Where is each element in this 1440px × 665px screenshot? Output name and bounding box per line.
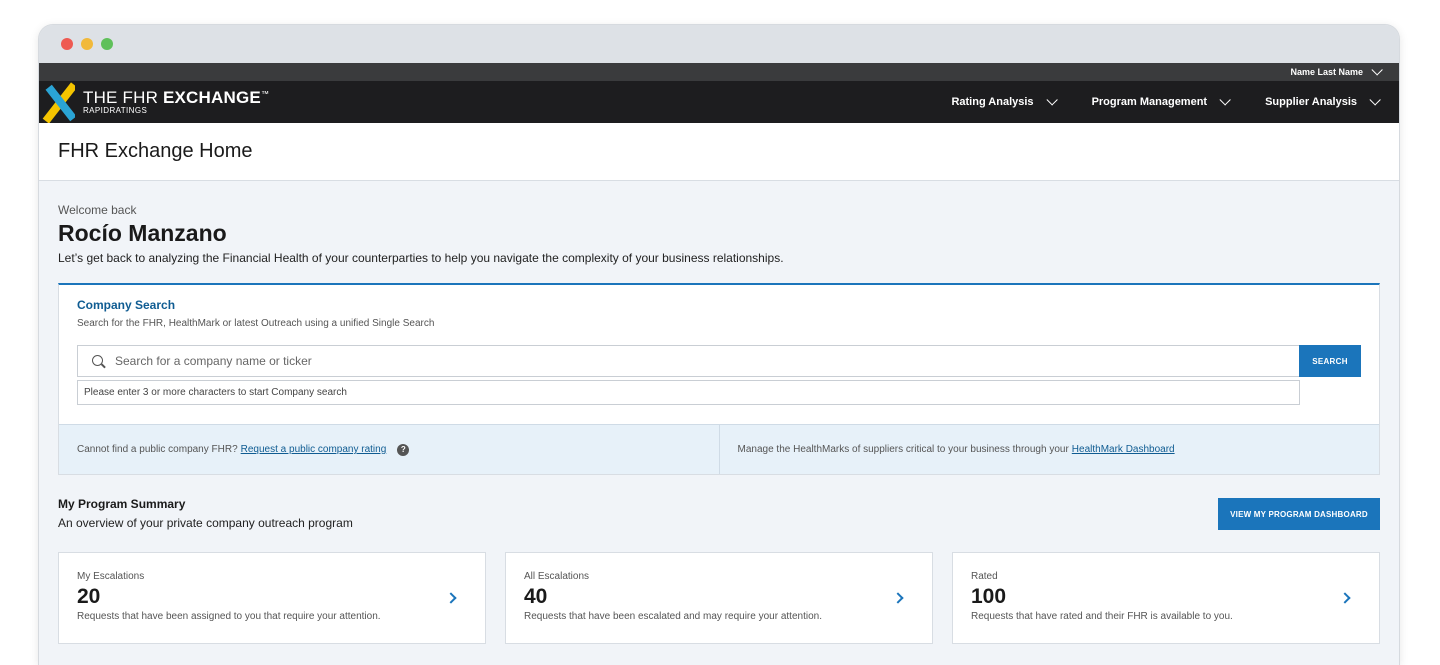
user-bar: Name Last Name <box>39 63 1399 81</box>
close-window-button[interactable] <box>61 38 73 50</box>
view-program-dashboard-button[interactable]: VIEW MY PROGRAM DASHBOARD <box>1218 498 1380 530</box>
public-rating-info: Cannot find a public company FHR? Reques… <box>59 425 719 474</box>
main-navbar: THE FHR EXCHANGE™ RAPIDRATINGS Rating An… <box>39 81 1399 123</box>
welcome-greeting: Welcome back <box>58 203 137 217</box>
chevron-down-icon <box>1219 94 1231 106</box>
card-label: All Escalations <box>524 571 590 582</box>
nav-item-label: Program Management <box>1091 96 1208 108</box>
info-row: Cannot find a public company FHR? Reques… <box>59 424 1379 474</box>
search-field <box>77 345 1299 377</box>
chevron-down-icon <box>1046 94 1058 106</box>
public-rating-text: Cannot find a public company FHR? <box>77 444 238 455</box>
nav-item-program-management[interactable]: Program Management <box>1091 94 1231 108</box>
card-label: Rated <box>971 571 998 582</box>
card-description: Requests that have been escalated and ma… <box>524 611 822 622</box>
company-search-input[interactable] <box>115 354 1202 368</box>
card-description: Requests that have been assigned to you … <box>77 611 381 622</box>
brand-subtitle: RAPIDRATINGS <box>83 106 148 115</box>
brand-logo-link[interactable]: THE FHR EXCHANGE™ RAPIDRATINGS <box>39 81 269 123</box>
page-header: FHR Exchange Home <box>39 123 1399 181</box>
request-public-rating-link[interactable]: Request a public company rating <box>241 444 387 455</box>
brand-text: THE FHR EXCHANGE™ RAPIDRATINGS <box>83 89 269 115</box>
company-search-subtitle: Search for the FHR, HealthMark or latest… <box>77 318 435 329</box>
company-search-card: Company Search Search for the FHR, Healt… <box>58 283 1380 475</box>
card-value: 20 <box>77 585 101 608</box>
window-titlebar <box>39 25 1399 63</box>
card-label: My Escalations <box>77 571 145 582</box>
user-menu[interactable]: Name Last Name <box>1290 64 1383 77</box>
brand-trademark: ™ <box>260 89 270 99</box>
fhr-logo-icon <box>39 81 75 123</box>
nav-item-supplier-analysis[interactable]: Supplier Analysis <box>1265 94 1381 108</box>
search-icon <box>92 354 105 368</box>
welcome-message: Let’s get back to analyzing the Financia… <box>58 251 784 265</box>
card-value: 40 <box>524 585 548 608</box>
maximize-window-button[interactable] <box>101 38 113 50</box>
brand-title-light: THE FHR <box>83 88 163 107</box>
card-description: Requests that have rated and their FHR i… <box>971 611 1233 622</box>
brand-title-bold: EXCHANGE <box>162 88 261 107</box>
healthmark-text: Manage the HealthMarks of suppliers crit… <box>737 444 1069 455</box>
search-button[interactable]: SEARCH <box>1299 345 1361 377</box>
healthmark-dashboard-link[interactable]: HealthMark Dashboard <box>1072 444 1175 455</box>
minimize-window-button[interactable] <box>81 38 93 50</box>
welcome-user-name: Rocío Manzano <box>58 220 227 246</box>
main-content: Welcome back Rocío Manzano Let’s get bac… <box>39 203 1399 644</box>
program-summary-title: My Program Summary <box>58 497 186 511</box>
rated-card[interactable]: Rated 100 Requests that have rated and t… <box>952 552 1380 644</box>
card-value: 100 <box>971 585 1007 608</box>
help-icon[interactable]: ? <box>397 443 410 456</box>
browser-window: Name Last Name THE FHR EXCHANGE™ RAPIDRA… <box>39 25 1399 665</box>
nav-item-label: Supplier Analysis <box>1265 96 1357 108</box>
chevron-down-icon <box>1371 64 1383 76</box>
search-hint: Please enter 3 or more characters to sta… <box>77 380 1300 405</box>
summary-cards: My Escalations 20 Requests that have bee… <box>58 552 1380 644</box>
healthmark-info: Manage the HealthMarks of suppliers crit… <box>718 425 1380 474</box>
nav-item-rating-analysis[interactable]: Rating Analysis <box>951 94 1058 108</box>
user-name: Name Last Name <box>1290 67 1363 77</box>
chevron-down-icon <box>1369 94 1381 106</box>
search-row: SEARCH <box>77 345 1361 377</box>
program-summary-header: My Program Summary An overview of your p… <box>58 497 1380 530</box>
my-escalations-card[interactable]: My Escalations 20 Requests that have bee… <box>58 552 486 644</box>
company-search-title: Company Search <box>77 298 176 312</box>
program-summary-subtitle: An overview of your private company outr… <box>58 516 353 530</box>
page-title: FHR Exchange Home <box>58 140 253 162</box>
nav-item-label: Rating Analysis <box>951 96 1034 108</box>
nav-menu: Rating Analysis Program Management Suppl… <box>913 94 1399 108</box>
all-escalations-card[interactable]: All Escalations 40 Requests that have be… <box>505 552 933 644</box>
